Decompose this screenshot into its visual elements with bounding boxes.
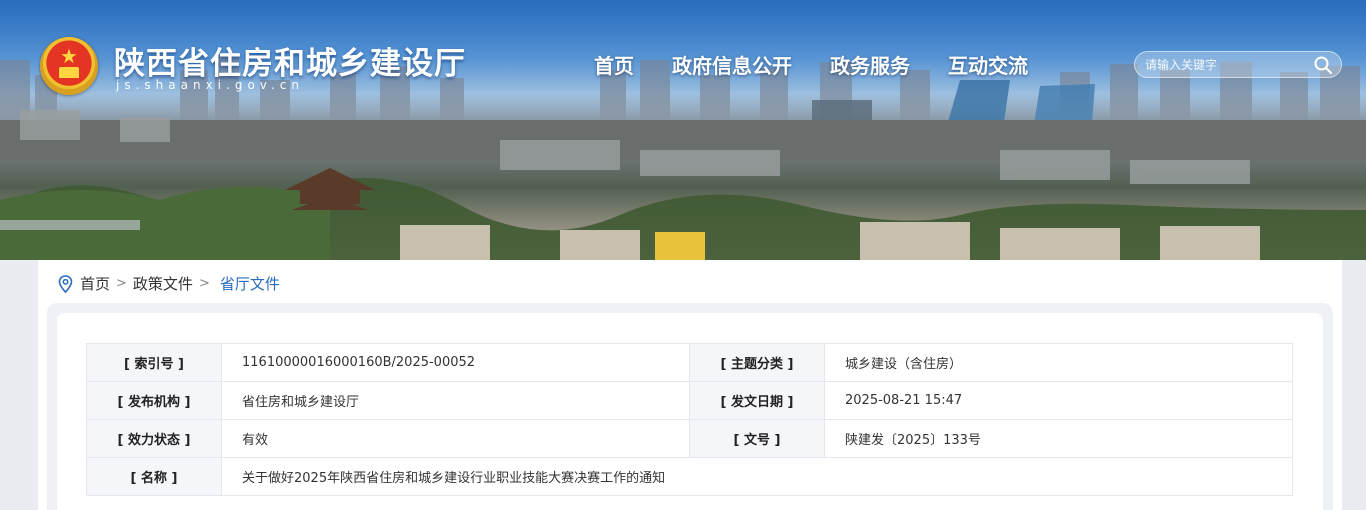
location-pin-icon <box>58 274 73 293</box>
document-number-label: [ 文号 ] <box>689 419 825 458</box>
table-row: [ 效力状态 ] 有效 [ 文号 ] 陕建发〔2025〕133号 <box>86 419 1293 458</box>
issuing-agency-value: 省住房和城乡建设厅 <box>221 381 690 420</box>
breadcrumb: 首页 > 政策文件 > 省厅文件 <box>58 273 280 294</box>
subject-category-label: [ 主题分类 ] <box>689 343 825 382</box>
main-nav: 首页 政府信息公开 政务服务 互动交流 <box>594 50 1028 79</box>
document-name-label: [ 名称 ] <box>86 457 222 496</box>
breadcrumb-separator: > <box>116 276 127 291</box>
nav-gov-info-disclosure[interactable]: 政府信息公开 <box>672 50 792 79</box>
nav-home[interactable]: 首页 <box>594 50 634 79</box>
nav-gov-services[interactable]: 政务服务 <box>830 50 910 79</box>
site-title[interactable]: 陕西省住房和城乡建设厅 <box>114 38 466 83</box>
site-domain: js.shaanxi.gov.cn <box>116 78 304 92</box>
subject-category-value: 城乡建设（含住房） <box>824 343 1293 382</box>
breadcrumb-policy-documents[interactable]: 政策文件 <box>133 273 193 294</box>
document-name-value: 关于做好2025年陕西省住房和城乡建设行业职业技能大赛决赛工作的通知 <box>221 457 1293 496</box>
document-metadata-table: [ 索引号 ] 11610000016000160B/2025-00052 [ … <box>86 343 1293 496</box>
search-icon[interactable] <box>1313 55 1333 75</box>
breadcrumb-separator: > <box>198 276 210 291</box>
header-banner: ★ 陕西省住房和城乡建设厅 js.shaanxi.gov.cn 首页 政府信息公… <box>0 0 1366 260</box>
breadcrumb-current[interactable]: 省厅文件 <box>220 273 280 294</box>
table-row: [ 索引号 ] 11610000016000160B/2025-00052 [ … <box>86 343 1293 382</box>
breadcrumb-home[interactable]: 首页 <box>80 273 110 294</box>
document-panel: [ 索引号 ] 11610000016000160B/2025-00052 [ … <box>57 313 1323 510</box>
main-content: 首页 > 政策文件 > 省厅文件 [ 索引号 ] 116100000160001… <box>38 260 1342 510</box>
index-number-value: 11610000016000160B/2025-00052 <box>221 343 690 382</box>
issue-date-label: [ 发文日期 ] <box>689 381 825 420</box>
nav-interaction[interactable]: 互动交流 <box>948 50 1028 79</box>
issuing-agency-label: [ 发布机构 ] <box>86 381 222 420</box>
validity-status-label: [ 效力状态 ] <box>86 419 222 458</box>
issue-date-value: 2025-08-21 15:47 <box>824 381 1293 420</box>
document-number-value: 陕建发〔2025〕133号 <box>824 419 1293 458</box>
index-number-label: [ 索引号 ] <box>86 343 222 382</box>
national-emblem-icon[interactable]: ★ <box>40 37 98 95</box>
search-input[interactable] <box>1145 55 1305 75</box>
document-panel-frame: [ 索引号 ] 11610000016000160B/2025-00052 [ … <box>47 303 1333 510</box>
table-row: [ 名称 ] 关于做好2025年陕西省住房和城乡建设行业职业技能大赛决赛工作的通… <box>86 457 1293 496</box>
search-box <box>1134 51 1342 78</box>
table-row: [ 发布机构 ] 省住房和城乡建设厅 [ 发文日期 ] 2025-08-21 1… <box>86 381 1293 420</box>
validity-status-value: 有效 <box>221 419 690 458</box>
